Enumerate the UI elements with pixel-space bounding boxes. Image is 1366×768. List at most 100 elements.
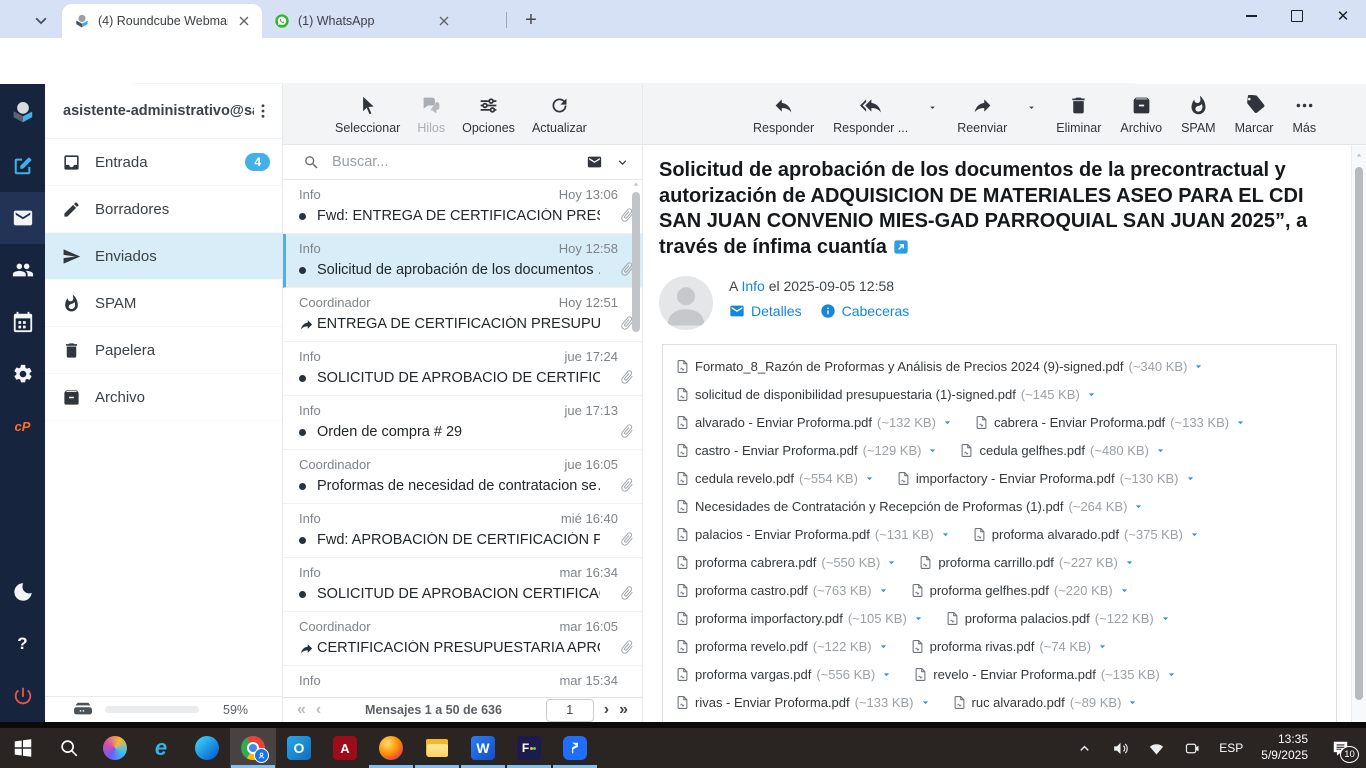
folder-borradores[interactable]: Borradores	[45, 186, 282, 233]
taskbar-app-f[interactable]: F	[506, 728, 552, 768]
attachment-item[interactable]: alvarado - Enviar Proforma.pdf (~132 KB)	[675, 414, 954, 431]
attachment-item[interactable]: palacios - Enviar Proforma.pdf (~131 KB)	[675, 526, 952, 543]
attachment-name[interactable]: proforma imporfactory.pdf	[695, 611, 843, 626]
message-row[interactable]: Coordinador Hoy 12:51 ENTREGA DE CERTIFI…	[283, 288, 642, 342]
attachment-name[interactable]: proforma castro.pdf	[695, 583, 808, 598]
rail-settings[interactable]	[0, 348, 45, 400]
headers-link[interactable]: Cabeceras	[820, 303, 910, 319]
attachment-menu-caret-icon[interactable]	[1123, 556, 1136, 569]
attachment-menu-caret-icon[interactable]	[919, 696, 932, 709]
list-toolbar-seleccionar[interactable]: Seleccionar	[335, 95, 400, 135]
account-header[interactable]: asistente-administrativo@sa...	[45, 84, 282, 139]
attachment-name[interactable]: imporfactory - Enviar Proforma.pdf	[916, 471, 1115, 486]
message-row[interactable]: Info jue 17:24 SOLICITUD DE APROBACIO DE…	[283, 342, 642, 396]
message-row[interactable]: Info mar 16:34 SOLICITUD DE APROBACION C…	[283, 558, 642, 612]
rail-cpanel[interactable]: cP	[0, 400, 45, 452]
attachment-item[interactable]: proforma cabrera.pdf (~550 KB)	[675, 554, 898, 571]
message-row[interactable]: Info mar 15:34	[283, 666, 642, 697]
attachment-name[interactable]: proforma rivas.pdf	[930, 639, 1035, 654]
taskbar-start[interactable]	[0, 728, 46, 768]
attachment-name[interactable]: proforma gelfhes.pdf	[930, 583, 1049, 598]
message-toolbar-spam[interactable]: SPAM	[1181, 95, 1216, 135]
rail-contacts[interactable]	[0, 244, 45, 296]
attachment-menu-caret-icon[interactable]	[885, 556, 898, 569]
message-row[interactable]: Info mié 16:40 Fwd: APROBACIÓN DE CERTIF…	[283, 504, 642, 558]
attachment-name[interactable]: proforma cabrera.pdf	[695, 555, 816, 570]
dropdown-caret-icon[interactable]	[1026, 102, 1037, 113]
folder-archivo[interactable]: Archivo	[45, 374, 282, 421]
message-scrollbar[interactable]	[1351, 145, 1366, 722]
attachment-name[interactable]: proforma vargas.pdf	[695, 667, 811, 682]
taskbar-app-blue[interactable]	[552, 728, 598, 768]
search-options-chevron-icon[interactable]	[615, 155, 630, 170]
message-row[interactable]: Info Hoy 12:58 Solicitud de aprobación d…	[283, 234, 642, 288]
taskbar-firefox[interactable]	[368, 728, 414, 768]
external-link-icon[interactable]	[893, 239, 909, 255]
attachment-menu-caret-icon[interactable]	[1165, 668, 1178, 681]
taskbar-internet-explorer[interactable]: e	[138, 728, 184, 768]
attachment-name[interactable]: cedula revelo.pdf	[695, 471, 794, 486]
attachment-item[interactable]: castro - Enviar Proforma.pdf (~129 KB)	[675, 442, 939, 459]
list-scroll-thumb[interactable]	[632, 192, 640, 332]
attachment-item[interactable]: proforma imporfactory.pdf (~105 KB)	[675, 610, 925, 627]
search-input[interactable]	[330, 153, 574, 171]
attachment-item[interactable]: ruc alvarado.pdf (~89 KB)	[952, 694, 1140, 711]
message-row[interactable]: Coordinador jue 16:05 Proformas de neces…	[283, 450, 642, 504]
page-input[interactable]	[546, 699, 594, 722]
search-scope-icon[interactable]	[584, 154, 605, 170]
message-row[interactable]: Coordinador mar 16:05 CERTIFICACIÓN PRES…	[283, 612, 642, 666]
folder-spam[interactable]: SPAM	[45, 280, 282, 327]
attachment-name[interactable]: cedula gelfhes.pdf	[979, 443, 1085, 458]
browser-tab[interactable]: (1) WhatsApp	[262, 4, 462, 38]
message-toolbar-responder[interactable]: Responder	[753, 95, 814, 135]
last-page-button[interactable]: »	[619, 702, 628, 718]
attachment-name[interactable]: proforma revelo.pdf	[695, 639, 808, 654]
attachment-item[interactable]: proforma palacios.pdf (~122 KB)	[945, 610, 1172, 627]
list-toolbar-opciones[interactable]: Opciones	[462, 95, 515, 135]
details-link[interactable]: Detalles	[729, 303, 802, 319]
message-toolbar-m-s[interactable]: Más	[1292, 95, 1316, 135]
next-page-button[interactable]: ›	[604, 702, 609, 718]
attachment-name[interactable]: Necesidades de Contratación y Recepción …	[695, 499, 1064, 514]
maximize-button[interactable]	[1274, 0, 1320, 32]
tab-close-icon[interactable]	[436, 13, 452, 29]
account-menu-icon[interactable]	[254, 102, 272, 120]
taskbar-chrome[interactable]	[230, 728, 276, 768]
rail-compose[interactable]	[0, 140, 45, 192]
attachment-name[interactable]: alvarado - Enviar Proforma.pdf	[695, 415, 872, 430]
attachment-menu-caret-icon[interactable]	[1234, 416, 1247, 429]
tab-close-icon[interactable]	[236, 13, 252, 29]
taskbar-outlook[interactable]: O	[276, 728, 322, 768]
rail-calendar[interactable]	[0, 296, 45, 348]
attachment-name[interactable]: solicitud de disponibilidad presupuestar…	[695, 387, 1016, 402]
message-toolbar-reenviar[interactable]: Reenviar	[957, 95, 1007, 135]
clock[interactable]: 13:35 5/9/2025	[1255, 732, 1314, 763]
taskbar-acrobat[interactable]: A	[322, 728, 368, 768]
rail-mail[interactable]	[0, 192, 45, 244]
language-indicator[interactable]: ESP	[1213, 741, 1249, 755]
attachment-name[interactable]: Formato_8_Razón de Proformas y Análisis …	[695, 359, 1124, 374]
attachment-item[interactable]: proforma rivas.pdf (~74 KB)	[910, 638, 1109, 655]
dropdown-caret-icon[interactable]	[927, 102, 938, 113]
message-toolbar-archivo[interactable]: Archivo	[1120, 95, 1162, 135]
attachment-menu-caret-icon[interactable]	[1184, 472, 1197, 485]
attachment-menu-caret-icon[interactable]	[880, 668, 893, 681]
attachment-menu-caret-icon[interactable]	[1132, 500, 1145, 513]
scroll-up-icon[interactable]	[1355, 151, 1363, 159]
list-toolbar-hilos[interactable]: Hilos	[417, 95, 445, 135]
attachment-item[interactable]: Necesidades de Contratación y Recepción …	[675, 498, 1145, 515]
attachment-name[interactable]: cabrera - Enviar Proforma.pdf	[994, 415, 1165, 430]
recipient-link[interactable]: Info	[741, 278, 764, 294]
taskbar-search[interactable]	[46, 728, 92, 768]
attachment-menu-caret-icon[interactable]	[912, 612, 925, 625]
attachment-menu-caret-icon[interactable]	[1159, 612, 1172, 625]
folder-enviados[interactable]: Enviados	[45, 233, 282, 280]
message-row[interactable]: Info Hoy 13:06 Fwd: ENTREGA DE CERTIFICA…	[283, 180, 642, 234]
attachment-item[interactable]: proforma revelo.pdf (~122 KB)	[675, 638, 890, 655]
first-page-button[interactable]: «	[297, 702, 306, 718]
tab-search-icon[interactable]	[30, 9, 52, 31]
close-button[interactable]: ✕	[1320, 0, 1366, 32]
attachment-name[interactable]: rivas - Enviar Proforma.pdf	[695, 695, 850, 710]
prev-page-button[interactable]: ‹	[316, 702, 321, 718]
attachment-item[interactable]: imporfactory - Enviar Proforma.pdf (~130…	[896, 470, 1197, 487]
